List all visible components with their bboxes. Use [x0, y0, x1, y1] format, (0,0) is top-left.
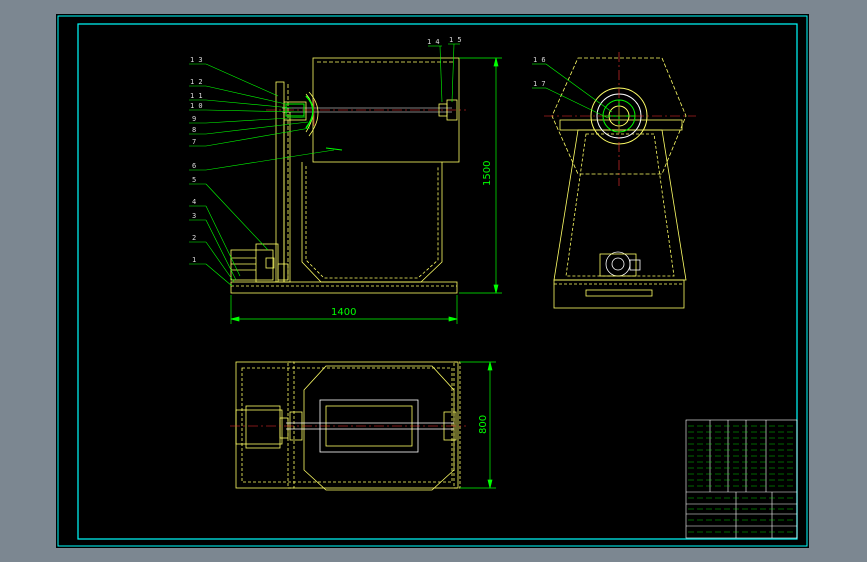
callout-10: 1 0 [190, 102, 203, 110]
callout-14: 1 4 [427, 38, 440, 46]
callout-9: 9 [192, 115, 196, 123]
callout-13: 1 3 [190, 56, 203, 64]
callout-2: 2 [192, 234, 196, 242]
callout-3: 3 [192, 212, 196, 220]
inner-border [77, 23, 798, 540]
callout-leaders-top [428, 43, 460, 103]
dimension-length-label: 1400 [331, 307, 356, 318]
callout-11: 1 1 [190, 92, 203, 100]
title-block [685, 419, 798, 539]
side-view-motor [599, 251, 641, 277]
callout-6: 6 [192, 162, 196, 170]
callout-4: 4 [192, 198, 196, 206]
dimension-width-label: 800 [478, 415, 489, 434]
title-block-rows [688, 425, 794, 533]
callout-leaders-front [189, 63, 335, 287]
dimension-height [459, 57, 502, 294]
dimension-height-label: 1500 [482, 161, 493, 186]
cad-drawing: 1400 1500 1 3 1 2 1 1 1 0 9 8 7 6 5 4 3 [57, 15, 808, 547]
outer-border [57, 15, 808, 547]
callout-labels-front: 1 3 1 2 1 1 1 0 9 8 7 6 5 4 3 2 1 [190, 56, 203, 264]
callout-1: 1 [192, 256, 196, 264]
callout-7: 7 [192, 138, 196, 146]
drawing-sheet: 1400 1500 1 3 1 2 1 1 1 0 9 8 7 6 5 4 3 [56, 14, 809, 548]
callout-8: 8 [192, 126, 196, 134]
callout-16: 1 6 [533, 56, 546, 64]
front-view [230, 57, 460, 294]
callout-17: 1 7 [533, 80, 546, 88]
callout-12: 1 2 [190, 78, 203, 86]
callout-15: 1 5 [449, 36, 462, 44]
callout-5: 5 [192, 176, 196, 184]
side-centerlines [544, 52, 696, 186]
